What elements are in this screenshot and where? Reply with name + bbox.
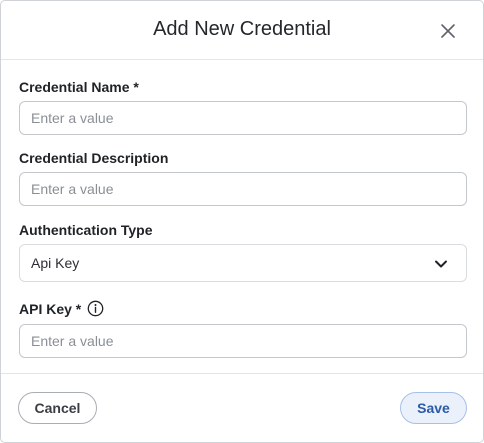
authentication-type-label: Authentication Type xyxy=(19,222,153,238)
add-credential-dialog: Add New Credential Credential Name * Cre… xyxy=(0,0,484,443)
credential-description-input[interactable] xyxy=(19,172,467,206)
dialog-title: Add New Credential xyxy=(153,18,331,40)
save-button[interactable]: Save xyxy=(400,392,467,424)
credential-description-label-text: Credential Description xyxy=(19,150,169,166)
credential-description-label: Credential Description xyxy=(19,150,168,166)
chevron-down-icon xyxy=(435,260,447,268)
close-button[interactable] xyxy=(438,21,458,41)
api-key-label: API Key * xyxy=(19,300,104,317)
cancel-button[interactable]: Cancel xyxy=(18,392,97,424)
api-key-label-text: API Key * xyxy=(19,300,82,317)
close-icon xyxy=(441,24,455,38)
api-key-input[interactable] xyxy=(19,324,467,358)
dialog-footer: Cancel Save xyxy=(1,373,483,443)
credential-name-input[interactable] xyxy=(19,101,467,135)
authentication-type-select[interactable]: Api Key xyxy=(19,244,467,282)
authentication-type-value: Api Key xyxy=(31,255,80,271)
dialog-header: Add New Credential xyxy=(1,1,483,60)
authentication-type-label-text: Authentication Type xyxy=(19,222,153,238)
credential-name-label: Credential Name * xyxy=(19,79,139,95)
info-icon[interactable] xyxy=(87,300,104,317)
credential-name-label-text: Credential Name * xyxy=(19,79,139,95)
